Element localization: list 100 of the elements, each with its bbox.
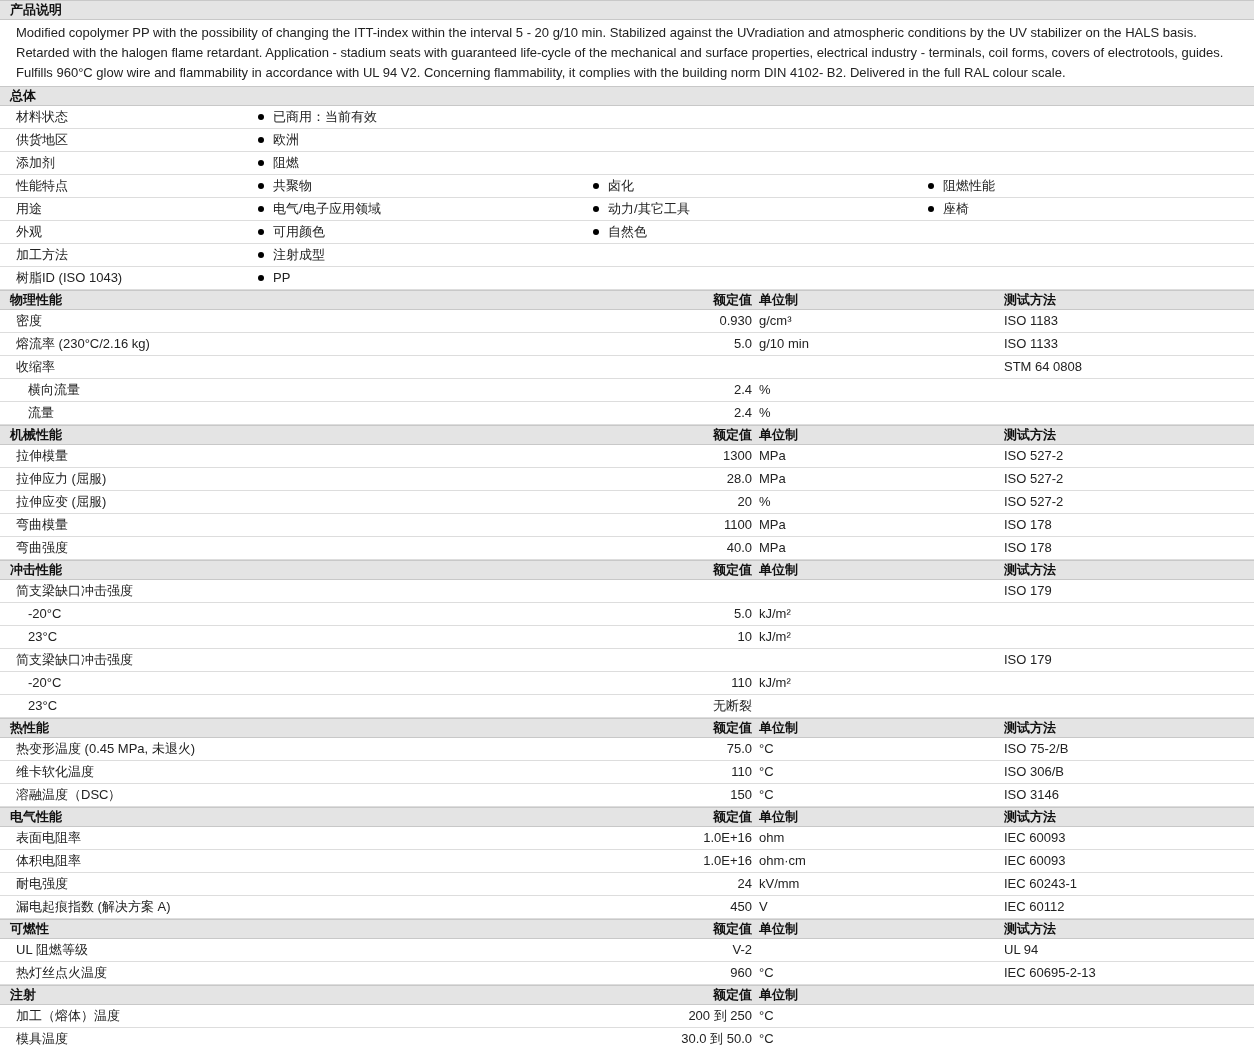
property-value: 卤化 <box>608 177 634 195</box>
property-name: 体积电阻率 <box>15 852 82 870</box>
column-heading: 测试方法 <box>1004 920 1057 938</box>
property-name: 收缩率 <box>15 358 56 376</box>
property-value: 30.0 到 50.0 <box>680 1030 753 1046</box>
property-name: 弯曲强度 <box>15 539 69 557</box>
property-name: -20°C <box>27 674 63 692</box>
bullet-icon <box>258 206 264 212</box>
property-name: 熔流率 (230°C/2.16 kg) <box>15 335 151 353</box>
section-title: 物理性能 <box>9 291 63 309</box>
property-name: 流量 <box>27 404 55 422</box>
property-name: 简支梁缺口冲击强度 <box>15 582 134 600</box>
property-value: 2.4 <box>732 404 753 422</box>
unit-text: °C <box>758 1007 775 1025</box>
property-value: 座椅 <box>943 200 969 218</box>
unit-text: MPa <box>758 470 787 488</box>
column-heading: 测试方法 <box>1004 808 1057 826</box>
test-method: ISO 75-2/B <box>1004 740 1070 758</box>
property-label: 供货地区 <box>15 131 69 149</box>
test-method: ISO 179 <box>1004 651 1053 669</box>
test-method: UL 94 <box>1004 941 1040 959</box>
test-method: ISO 1133 <box>1004 335 1059 353</box>
column-heading: 额定值 <box>712 920 753 938</box>
bullet-icon <box>593 229 599 235</box>
column-heading: 单位制 <box>758 561 799 579</box>
column-heading: 单位制 <box>758 426 799 444</box>
property-value: 可用颜色 <box>273 223 325 241</box>
property-name: 23°C <box>27 628 59 646</box>
column-heading: 额定值 <box>712 719 753 737</box>
unit-text: ohm·cm <box>758 852 807 870</box>
test-method: ISO 1183 <box>1004 312 1059 330</box>
property-value: 电气/电子应用领域 <box>273 200 381 218</box>
property-value: 0.930 <box>718 312 753 330</box>
test-method: ISO 179 <box>1004 582 1053 600</box>
section-title: 电气性能 <box>9 808 63 826</box>
property-name: 密度 <box>15 312 43 330</box>
unit-text: kV/mm <box>758 875 801 893</box>
property-value: 5.0 <box>732 605 753 623</box>
property-value: 自然色 <box>608 223 647 241</box>
property-value: 1.0E+16 <box>702 852 753 870</box>
bullet-icon <box>928 183 934 189</box>
unit-text: kJ/m² <box>758 674 792 692</box>
section-title: 机械性能 <box>8 426 63 444</box>
test-method: ISO 527-2 <box>1004 447 1065 465</box>
unit-text: % <box>758 381 772 399</box>
section-title: 冲击性能 <box>9 561 63 579</box>
unit-text: °C <box>758 740 775 758</box>
property-value: PP <box>273 269 291 287</box>
unit-text: kJ/m² <box>758 628 792 646</box>
section-title: 热性能 <box>9 719 50 737</box>
property-name: 23°C <box>27 697 59 715</box>
test-method: ISO 527-2 <box>1004 470 1065 488</box>
unit-text: g/cm³ <box>758 312 793 330</box>
property-value: 450 <box>729 898 753 916</box>
column-heading: 单位制 <box>758 808 799 826</box>
test-method: IEC 60112 <box>1004 898 1066 916</box>
property-name: UL 阻燃等级 <box>15 941 89 959</box>
property-label: 加工方法 <box>15 246 69 264</box>
bullet-icon <box>258 183 264 189</box>
unit-text: °C <box>758 786 775 804</box>
unit-text: MPa <box>758 516 787 534</box>
property-value: 75.0 <box>725 740 753 758</box>
column-heading: 单位制 <box>758 291 799 309</box>
column-heading: 额定值 <box>712 561 753 579</box>
property-label: 添加剂 <box>15 154 56 172</box>
bullet-icon <box>258 229 264 235</box>
section-title: 总体 <box>8 87 37 105</box>
property-value: 1.0E+16 <box>702 829 753 847</box>
unit-text: °C <box>758 964 775 982</box>
test-method: IEC 60695-2-13 <box>1004 964 1097 982</box>
test-method: ISO 306/B <box>1004 763 1065 781</box>
property-value: 注射成型 <box>273 246 325 264</box>
description-text: Modified copolymer PP with the possibility of changing the ITT-index within the interval 5 - 20 g/10 min. Stabilized against the UVradiation and atmospheric conditions by the UV stabilizer on the HALS basis. Retarded with the halogen flame retardant. Application - stadium seats with guaranteed life-cycle of the mechanical and surface properties, electrical industry - terminals, coil forms, covers of electrotools, guides. Fulfills 960°C glow wire and flammability in accordance with UL 94 V2. Concerning flammability, it complies with the building norm DIN 4102- B2. Delivered in the full RAL colour scale. <box>15 24 1225 82</box>
property-value: 阻燃性能 <box>943 177 995 195</box>
bullet-icon <box>258 114 264 120</box>
unit-text: °C <box>758 763 775 781</box>
unit-text: °C <box>758 1030 775 1046</box>
column-heading: 单位制 <box>758 986 799 1004</box>
property-value: 24 <box>736 875 753 893</box>
property-value: 无断裂 <box>712 697 753 715</box>
unit-text: % <box>758 404 772 422</box>
property-label: 性能特点 <box>15 177 69 195</box>
property-label: 材料状态 <box>15 108 69 126</box>
property-value: 110 <box>730 674 753 692</box>
property-name: 拉伸应力 (屈服) <box>15 470 108 488</box>
property-name: 拉伸模量 <box>15 447 69 465</box>
column-heading: 测试方法 <box>1004 719 1057 737</box>
section-title: 注射 <box>9 986 37 1004</box>
bullet-icon <box>258 275 264 281</box>
unit-text: % <box>758 493 772 511</box>
property-name: 模具温度 <box>15 1030 69 1046</box>
unit-text: g/10 min <box>758 335 810 353</box>
column-heading: 测试方法 <box>1004 561 1057 579</box>
property-name: 简支梁缺口冲击强度 <box>15 651 134 669</box>
property-value: 2.4 <box>732 381 753 399</box>
column-heading: 单位制 <box>758 719 799 737</box>
column-heading: 测试方法 <box>1004 291 1057 309</box>
property-name: 表面电阻率 <box>15 829 82 847</box>
property-value: 20 <box>736 493 753 511</box>
property-value: 5.0 <box>732 335 753 353</box>
